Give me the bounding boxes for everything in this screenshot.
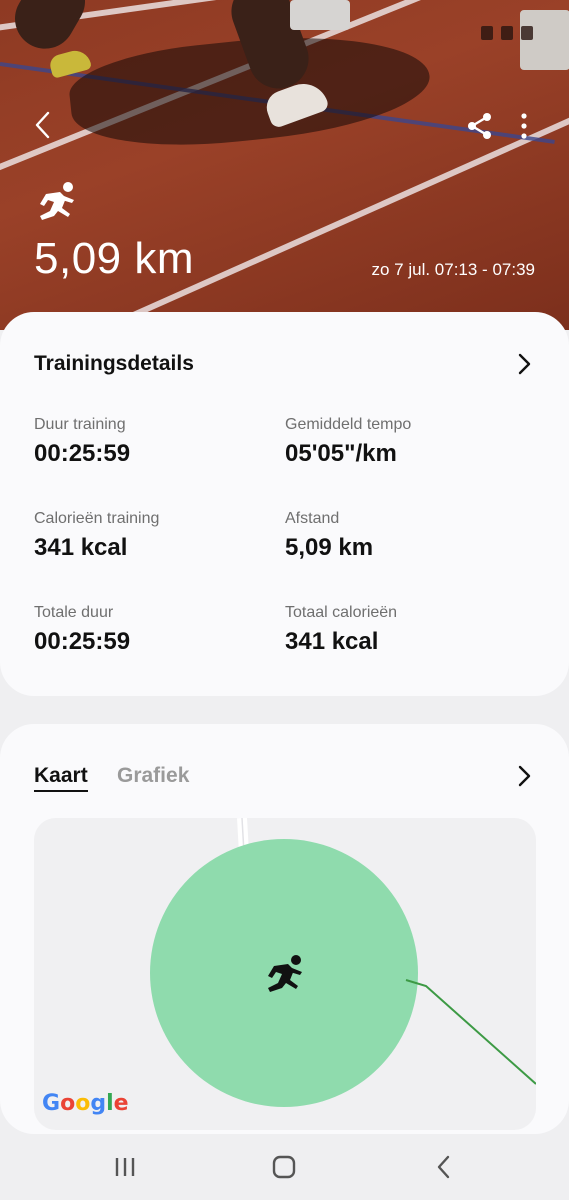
training-details-open-button[interactable]: [513, 352, 535, 376]
system-navigation-bar: [0, 1134, 569, 1200]
wifi-icon: [481, 26, 493, 40]
share-icon: [468, 113, 491, 139]
training-details-card: Trainingsdetails Duur training 00:25:59 …: [0, 312, 569, 696]
hero-header: 5,09 km zo 7 jul. 07:13 - 07:39: [0, 0, 569, 330]
stat-label: Gemiddeld tempo: [285, 416, 412, 433]
stat-total-duration: Totale duur 00:25:59: [34, 604, 130, 656]
stat-label: Totaal calorieën: [285, 604, 398, 621]
tab-graph[interactable]: Grafiek: [117, 764, 189, 788]
stat-value: 05'05"/km: [285, 440, 397, 467]
recent-apps-button[interactable]: [110, 1152, 140, 1182]
system-back-button[interactable]: [430, 1152, 460, 1182]
running-person-icon: [34, 180, 80, 226]
stat-distance: Afstand 5,09 km: [285, 510, 373, 562]
stat-value: 00:25:59: [34, 440, 131, 467]
more-vertical-icon: [521, 113, 527, 139]
back-button[interactable]: [30, 110, 60, 140]
stat-total-calories: Totaal calorieën 341 kcal: [285, 604, 397, 656]
map-card: Kaart Grafiek Google: [0, 724, 569, 1134]
more-options-button[interactable]: [514, 112, 534, 140]
stat-workout-calories: Calorieën training 341 kcal: [34, 510, 159, 562]
recent-apps-icon: [115, 1158, 135, 1176]
stat-label: Totale duur: [34, 604, 114, 621]
back-arrow-icon: [437, 1155, 450, 1179]
total-distance: 5,09 km: [34, 234, 195, 283]
training-details-title[interactable]: Trainingsdetails: [34, 352, 194, 376]
stat-label: Calorieën training: [34, 510, 160, 527]
stat-value: 341 kcal: [34, 534, 128, 561]
google-logo: Google: [42, 1091, 129, 1116]
signal-icon: [501, 26, 513, 40]
workout-date-range: zo 7 jul. 07:13 - 07:39: [371, 260, 535, 279]
chevron-right-icon: [518, 353, 531, 375]
route-line: [405, 979, 536, 1085]
stat-average-pace: Gemiddeld tempo 05'05"/km: [285, 416, 411, 468]
stat-label: Duur training: [34, 416, 126, 433]
home-icon: [272, 1155, 296, 1179]
home-button[interactable]: [269, 1152, 299, 1182]
stat-value: 00:25:59: [34, 628, 131, 655]
active-tab-indicator: [34, 790, 88, 792]
stat-value: 341 kcal: [285, 628, 379, 655]
map-open-button[interactable]: [513, 764, 535, 788]
stat-value: 5,09 km: [285, 534, 374, 561]
chevron-right-icon: [518, 765, 531, 787]
stat-label: Afstand: [285, 510, 340, 527]
share-button[interactable]: [466, 112, 494, 140]
tab-map[interactable]: Kaart: [34, 764, 88, 788]
route-map[interactable]: Google: [34, 818, 536, 1130]
map-canvas: [150, 818, 536, 1107]
stat-workout-duration: Duur training 00:25:59: [34, 416, 130, 468]
back-arrow-icon: [35, 111, 50, 139]
battery-icon: [521, 26, 533, 40]
status-bar: [0, 22, 569, 46]
